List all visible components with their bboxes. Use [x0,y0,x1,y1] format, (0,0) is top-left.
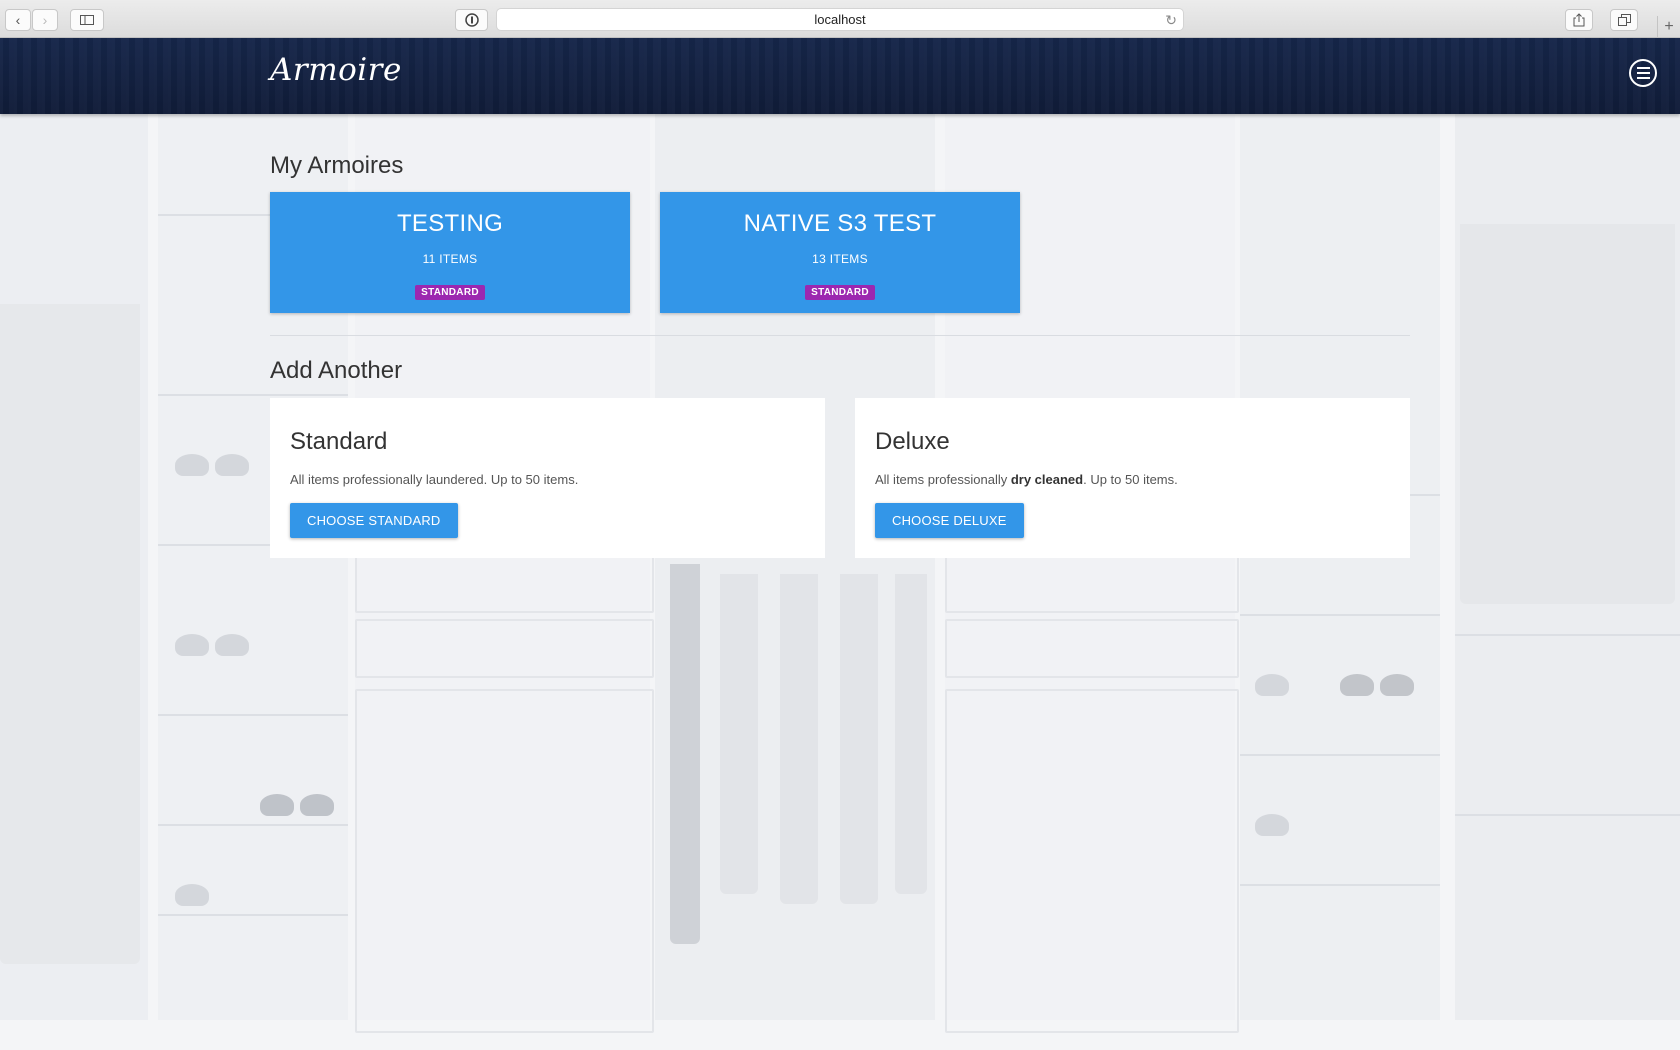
url-bar[interactable]: localhost ↻ [496,8,1184,31]
sidebar-toggle-icon[interactable] [70,9,104,31]
armoire-name: NATIVE S3 TEST [743,210,937,237]
privacy-icon[interactable] [455,9,488,31]
plan-card-standard: Standard All items professionally launde… [270,398,825,558]
tabs-overview-icon[interactable] [1610,9,1638,31]
my-armoires-title: My Armoires [270,152,404,179]
plan-description-text: All items professionally laundered. Up t… [290,472,579,487]
new-tab-icon[interactable]: + [1657,16,1680,38]
plan-description: All items professionally dry cleaned. Up… [875,472,1390,487]
armoire-item-count: 13 ITEMS [812,252,868,266]
armoire-card-native-s3-test[interactable]: NATIVE S3 TEST 13 ITEMS STANDARD [660,192,1020,313]
plan-card-deluxe: Deluxe All items professionally dry clea… [855,398,1410,558]
plan-description-suffix: . Up to 50 items. [1083,472,1178,487]
browser-toolbar: ‹ › localhost ↻ + [0,0,1680,38]
choose-standard-button[interactable]: CHOOSE STANDARD [290,503,458,538]
armoire-card-testing[interactable]: TESTING 11 ITEMS STANDARD [270,192,630,313]
back-icon[interactable]: ‹ [5,9,31,31]
armoire-item-count: 11 ITEMS [422,252,478,266]
share-icon[interactable] [1565,9,1593,31]
plan-badge: STANDARD [415,285,485,300]
hamburger-menu-icon[interactable] [1629,59,1657,87]
armoire-name: TESTING [396,210,504,237]
add-another-title: Add Another [270,357,403,384]
url-text: localhost [814,12,866,27]
plan-description-bold: dry cleaned [1010,472,1084,487]
plan-name: Deluxe [875,428,950,455]
plan-badge: STANDARD [805,285,875,300]
share-glyph-icon [1573,13,1585,27]
app-header: Armoire [0,38,1680,114]
logo[interactable]: Armoire [270,52,402,88]
sidebar-icon [80,15,94,25]
plan-name: Standard [290,428,388,455]
reload-icon[interactable]: ↻ [1165,12,1177,29]
plan-description: All items professionally laundered. Up t… [290,472,805,487]
choose-deluxe-button[interactable]: CHOOSE DELUXE [875,503,1024,538]
section-divider [270,335,1410,336]
info-circle-icon [464,13,479,27]
forward-icon[interactable]: › [32,9,58,31]
tabs-glyph-icon [1617,14,1631,26]
plan-description-text: All items professionally [875,472,1011,487]
